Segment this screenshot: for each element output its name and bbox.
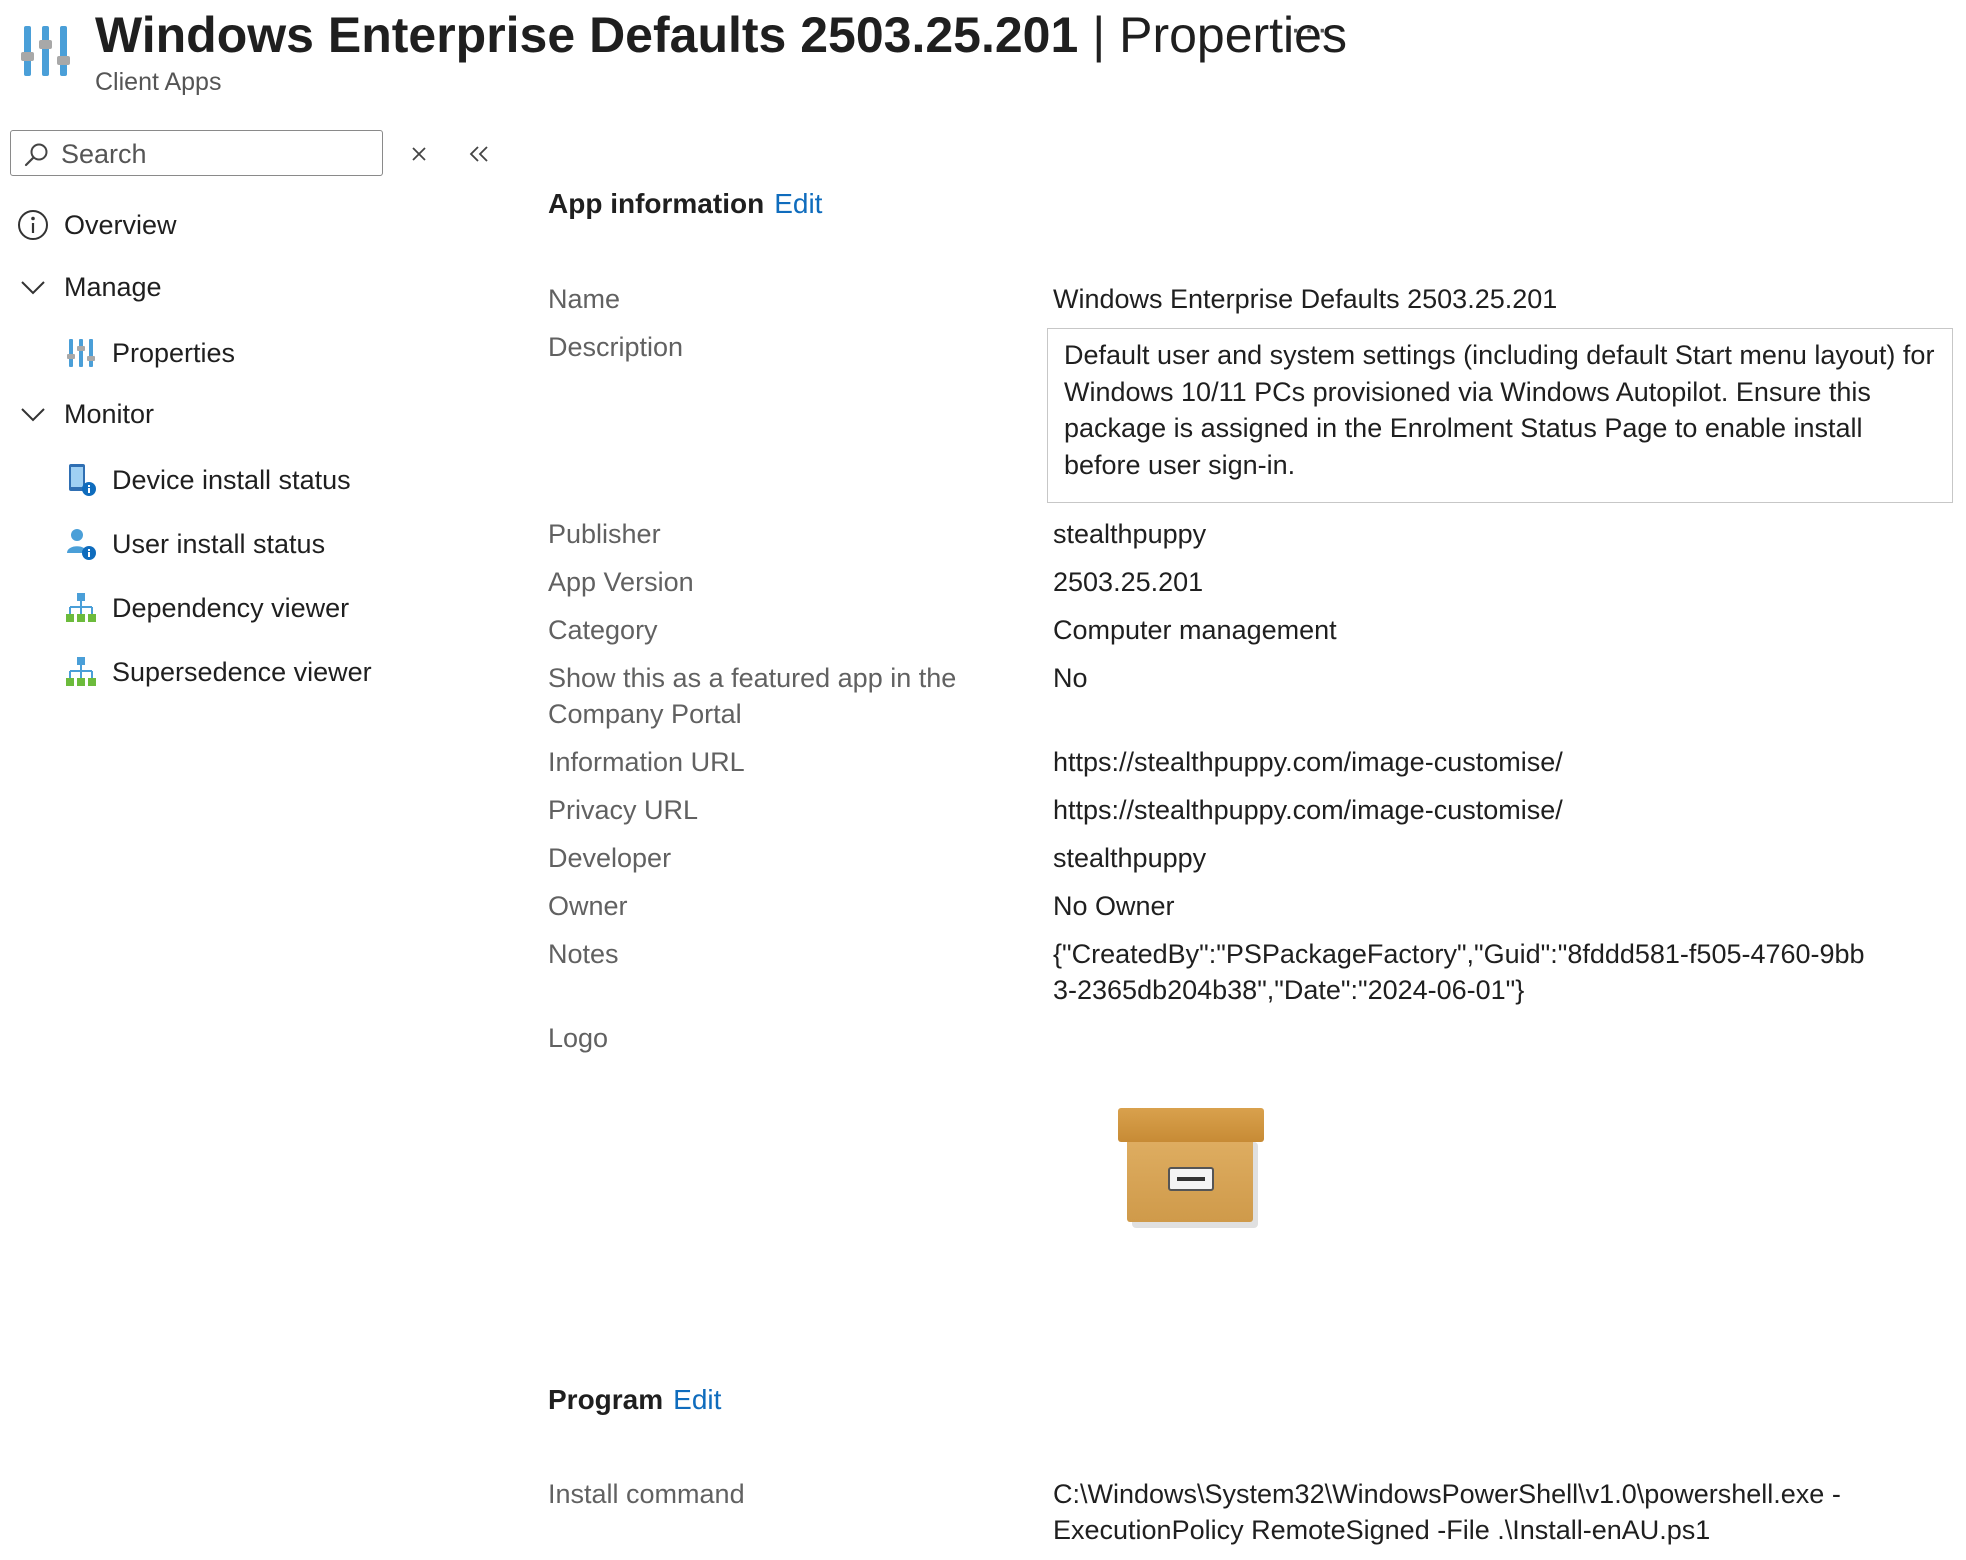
chevron-down-icon: [16, 270, 50, 304]
sidebar-item-overview[interactable]: Overview: [16, 208, 177, 242]
info-circle-icon: [16, 208, 50, 242]
category-value: Computer management: [1053, 615, 1337, 645]
archive-box-icon: [1118, 1108, 1270, 1230]
app-version-value: 2503.25.201: [1053, 567, 1204, 597]
chevron-down-icon: [16, 397, 50, 431]
sidebar-group-manage[interactable]: Manage: [16, 270, 162, 304]
publisher-label: Publisher: [548, 519, 661, 549]
category-label: Category: [548, 615, 658, 645]
sidebar-item-user-install-status[interactable]: User install status: [64, 527, 325, 561]
notes-label: Notes: [548, 939, 619, 969]
developer-value: stealthpuppy: [1053, 843, 1207, 873]
sidebar-item-properties[interactable]: Properties: [64, 336, 235, 370]
sidebar-item-label: User install status: [112, 528, 326, 559]
featured-app-label: Show this as a featured app in the Compa…: [548, 663, 957, 729]
description-value: Default user and system settings (includ…: [1047, 328, 1953, 503]
page-title: Windows Enterprise Defaults 2503.25.201 …: [95, 6, 1347, 64]
privacy-url-value: https://stealthpuppy.com/image-customise…: [1053, 795, 1563, 825]
sidebar-item-supersedence-viewer[interactable]: Supersedence viewer: [64, 655, 372, 689]
user-info-icon: [64, 527, 98, 561]
device-info-icon: [64, 463, 98, 497]
sidebar-item-dependency-viewer[interactable]: Dependency viewer: [64, 591, 349, 625]
app-info-edit-link[interactable]: Edit: [774, 188, 822, 219]
owner-value: No Owner: [1053, 891, 1175, 921]
hierarchy-icon: [64, 655, 98, 689]
publisher-value: stealthpuppy: [1053, 519, 1207, 549]
section-title: App information: [548, 188, 765, 219]
privacy-url-label: Privacy URL: [548, 795, 699, 825]
close-icon[interactable]: [405, 140, 433, 168]
search-input[interactable]: [59, 137, 373, 171]
developer-label: Developer: [548, 843, 672, 873]
app-information-heading: App information Edit: [548, 188, 822, 220]
title-separator: |: [1092, 7, 1106, 63]
program-edit-link[interactable]: Edit: [673, 1384, 721, 1415]
page-title-app-name: Windows Enterprise Defaults 2503.25.201: [95, 7, 1079, 63]
app-version-label: App Version: [548, 567, 694, 597]
notes-value: {"CreatedBy":"PSPackageFactory","Guid":"…: [1053, 939, 1865, 1005]
program-heading: Program Edit: [548, 1384, 721, 1416]
owner-label: Owner: [548, 891, 628, 921]
logo-label: Logo: [548, 1023, 609, 1053]
hierarchy-icon: [64, 591, 98, 625]
sidebar-item-label: Manage: [64, 271, 162, 302]
sidebar-group-monitor[interactable]: Monitor: [16, 397, 154, 431]
information-url-value: https://stealthpuppy.com/image-customise…: [1053, 747, 1563, 777]
name-label: Name: [548, 284, 621, 314]
featured-app-value: No: [1053, 663, 1088, 693]
search-box[interactable]: [10, 130, 383, 176]
page-subtitle: Client Apps: [95, 68, 222, 96]
search-icon: [24, 143, 48, 167]
sidebar-item-label: Supersedence viewer: [112, 656, 372, 687]
sidebar-item-label: Device install status: [112, 464, 351, 495]
sidebar-item-device-install-status[interactable]: Device install status: [64, 463, 351, 497]
sidebar-item-label: Dependency viewer: [112, 592, 350, 623]
properties-sliders-icon: [64, 336, 98, 370]
name-value: Windows Enterprise Defaults 2503.25.201: [1053, 284, 1558, 314]
sidebar-item-label: Overview: [64, 209, 177, 240]
section-title: Program: [548, 1384, 664, 1415]
install-command-label: Install command: [548, 1479, 745, 1509]
sidebar-item-label: Monitor: [64, 398, 155, 429]
double-chevron-left-icon[interactable]: [464, 140, 494, 168]
more-options-button[interactable]: ···: [1290, 10, 1330, 49]
description-label: Description: [548, 332, 684, 362]
information-url-label: Information URL: [548, 747, 745, 777]
install-command-value: C:\Windows\System32\WindowsPowerShell\v1…: [1053, 1479, 1841, 1545]
sidebar-item-label: Properties: [112, 337, 236, 368]
properties-sliders-icon: [20, 22, 72, 80]
